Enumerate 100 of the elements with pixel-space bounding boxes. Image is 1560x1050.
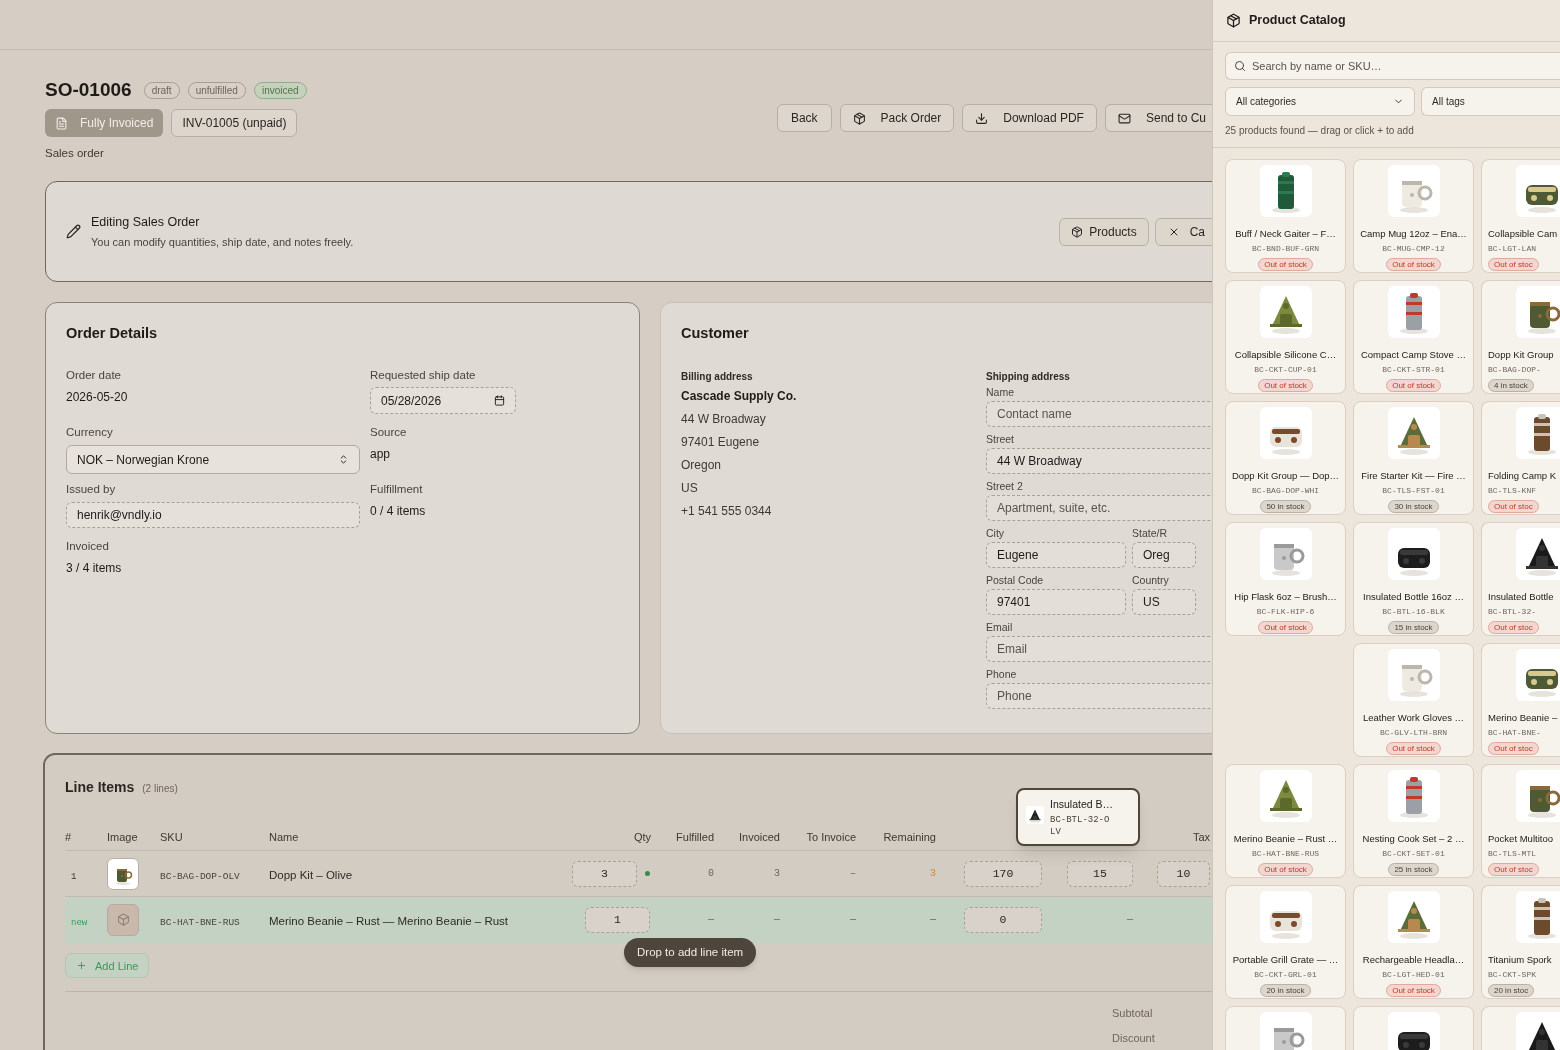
search-field[interactable]: Search by name or SKU… [1225, 52, 1560, 80]
stock-badge: 50 in stock [1260, 500, 1311, 514]
card-title: Order Details [66, 324, 159, 344]
column-header: Fulfilled [676, 829, 714, 845]
table-cell-text: — [774, 913, 780, 928]
box-icon [852, 111, 866, 125]
stock-badge: Out of stock [1258, 379, 1313, 393]
field-value: 0 / 4 items [370, 503, 427, 521]
date-field[interactable]: 05/28/2026 [370, 387, 516, 415]
company-name: Cascade Supply Co. [681, 388, 798, 405]
table-cell-text: — [850, 913, 856, 928]
product-card[interactable]: Merino Beanie – BC-HAT-BNE- Out of stoc [1481, 643, 1560, 757]
input-field[interactable]: Oreg [1132, 542, 1196, 568]
product-name: Folding Camp K [1488, 469, 1557, 483]
field-value: 3 / 4 items [66, 560, 123, 578]
field-label: Postal Code [986, 573, 1045, 586]
product-card[interactable]: Insulated Bottle BC-BTL-32- Out of stoc [1481, 522, 1560, 636]
product-card[interactable]: Titanium Spork BC-CKT-SPK 20 in stoc [1481, 885, 1560, 999]
input-field[interactable]: Apartment, suite, etc. [986, 495, 1212, 521]
product-name: Camp Mug 12oz – Ena… [1360, 227, 1467, 241]
product-card[interactable]: Buff / Neck Gaiter – F… BC-BND-BUF-GRN Out of stock [1225, 159, 1346, 273]
banner-title: Editing Sales Order [91, 214, 201, 232]
input-field[interactable]: 44 W Broadway [986, 448, 1212, 474]
action-button[interactable]: Pack Order [839, 104, 955, 132]
results-count: 25 products found — drag or click + to add [1225, 124, 1415, 138]
product-card[interactable]: Leather Work Gloves … BC-GLV-LTH-BRN Out of stock [1353, 643, 1474, 757]
product-card[interactable]: Merino Beanie – Rust … BC-HAT-BNE-RUS Out of stock [1225, 764, 1346, 878]
product-card[interactable]: Portable Grill Grate — … BC-CKT-GRL-01 20 in stock [1225, 885, 1346, 999]
product-card[interactable]: Compact Camp Stove … BC-CKT-STR-01 Out of stock [1353, 280, 1474, 394]
filter-select[interactable]: All categories [1225, 87, 1415, 116]
column-header: Invoiced [739, 829, 780, 845]
number-input[interactable]: 1 [585, 906, 650, 933]
invoice-button[interactable]: INV-01005 (unpaid) [171, 109, 298, 137]
table-cell-text: — [930, 913, 936, 928]
product-name: Compact Camp Stove … [1360, 348, 1467, 362]
input-field[interactable]: 97401 [986, 589, 1126, 615]
product-card[interactable]: Insulated Bottle 16oz … BC-BTL-16-BLK 15 in stock [1353, 522, 1474, 636]
action-button[interactable]: Download PDF [962, 104, 1097, 132]
subtitle: Sales order [45, 146, 105, 161]
field-value: 2026-05-20 [66, 389, 129, 407]
back-button[interactable]: Back [776, 104, 832, 132]
address-line: US [681, 480, 699, 497]
field-label: Country [1132, 573, 1170, 586]
section-label: Shipping address [986, 370, 1071, 384]
stock-badge: Out of stock [1258, 621, 1313, 635]
filter-select[interactable]: All tags [1421, 87, 1560, 116]
product-sku: BC-TLS-KNF [1488, 485, 1536, 498]
field-value: app [370, 446, 392, 464]
product-name: Collapsible Cam [1488, 227, 1558, 241]
product-name: Merino Beanie – Rust … [1233, 832, 1338, 846]
input-field[interactable]: Contact name [986, 401, 1212, 427]
input-field[interactable]: US [1132, 589, 1196, 615]
action-button[interactable]: Send to Cu [1104, 104, 1212, 132]
calendar-icon [494, 395, 505, 407]
number-input[interactable]: 0 [964, 906, 1042, 933]
field-label: Order date [66, 368, 122, 383]
product-card[interactable]: Nesting Cook Set – 2 … BC-CKT-SET-01 25 in stock [1353, 764, 1474, 878]
product-card[interactable]: Dopp Kit Group BC-BAG-DOP- 4 in stock [1481, 280, 1560, 394]
row-index: new [71, 917, 88, 928]
currency-select[interactable]: NOK – Norwegian Krone [66, 445, 360, 475]
product-sku: BC-CKT-SET-01 [1382, 848, 1445, 861]
product-card[interactable]: Dopp Kit Group — Dop… BC-BAG-DOP-WHI 50 in stock [1225, 401, 1346, 515]
product-sku: BC-TLS-MTL [1488, 848, 1536, 861]
address-line: +1 541 555 0344 [681, 503, 773, 520]
address-line: 97401 Eugene [681, 434, 761, 451]
cancel-button[interactable]: Ca [1154, 217, 1212, 246]
input-field[interactable]: Phone [986, 683, 1212, 709]
product-card[interactable]: Folding Camp K BC-TLS-KNF Out of stoc [1481, 401, 1560, 515]
field-label: Invoiced [66, 539, 110, 554]
product-sku: BC-CKT-SPK [1488, 969, 1536, 982]
input-field[interactable]: Eugene [986, 542, 1126, 568]
name-cell: Dopp Kit – Olive [269, 868, 353, 881]
product-card[interactable]: Hip Flask 6oz – Brush… BC-FLK-HIP-6 Out of stock [1225, 522, 1346, 636]
input-field[interactable]: henrik@vndly.io [66, 502, 360, 529]
products-button[interactable]: Products [1059, 217, 1149, 246]
number-input[interactable]: 15 [1067, 860, 1133, 887]
column-header: # [65, 829, 72, 845]
stock-badge: 25 in stock [1388, 863, 1439, 877]
product-card[interactable]: Pocket Multitoo BC-TLS-MTL Out of stoc [1481, 764, 1560, 878]
product-card[interactable]: Rechargeable Headla… BC-LGT-HED-01 Out of stock [1353, 885, 1474, 999]
field-label: City [986, 526, 1006, 539]
product-card[interactable]: Fire Starter Kit — Fire … BC-TLS-FST-01 30 in stock [1353, 401, 1474, 515]
product-card[interactable]: Collapsible Silicone C… BC-CKT-CUP-01 Out of stock [1225, 280, 1346, 394]
column-header: Remaining [883, 829, 936, 845]
number-input[interactable]: 3 [572, 860, 637, 887]
product-name: Insulated B… [1050, 797, 1114, 813]
product-card[interactable]: Camp Mug 12oz – Ena… BC-MUG-CMP-12 Out of stock [1353, 159, 1474, 273]
panel-title: Product Catalog [1249, 12, 1346, 30]
stock-badge: Out of stoc [1488, 500, 1539, 514]
stock-badge: Out of stock [1258, 863, 1313, 877]
product-sku: BC-TLS-FST-01 [1382, 485, 1445, 498]
pencil-icon [66, 224, 81, 240]
number-input[interactable]: 170 [964, 860, 1042, 887]
product-sku: BC-BAG-DOP- [1488, 364, 1541, 377]
product-name: Insulated Bottle 16oz … [1363, 590, 1464, 604]
field-label: Email [986, 620, 1014, 633]
input-field[interactable]: Email [986, 636, 1212, 662]
updown-icon [338, 454, 349, 466]
number-input[interactable]: 10 [1157, 860, 1210, 887]
product-card[interactable]: Collapsible Cam BC-LGT-LAN Out of stoc [1481, 159, 1560, 273]
